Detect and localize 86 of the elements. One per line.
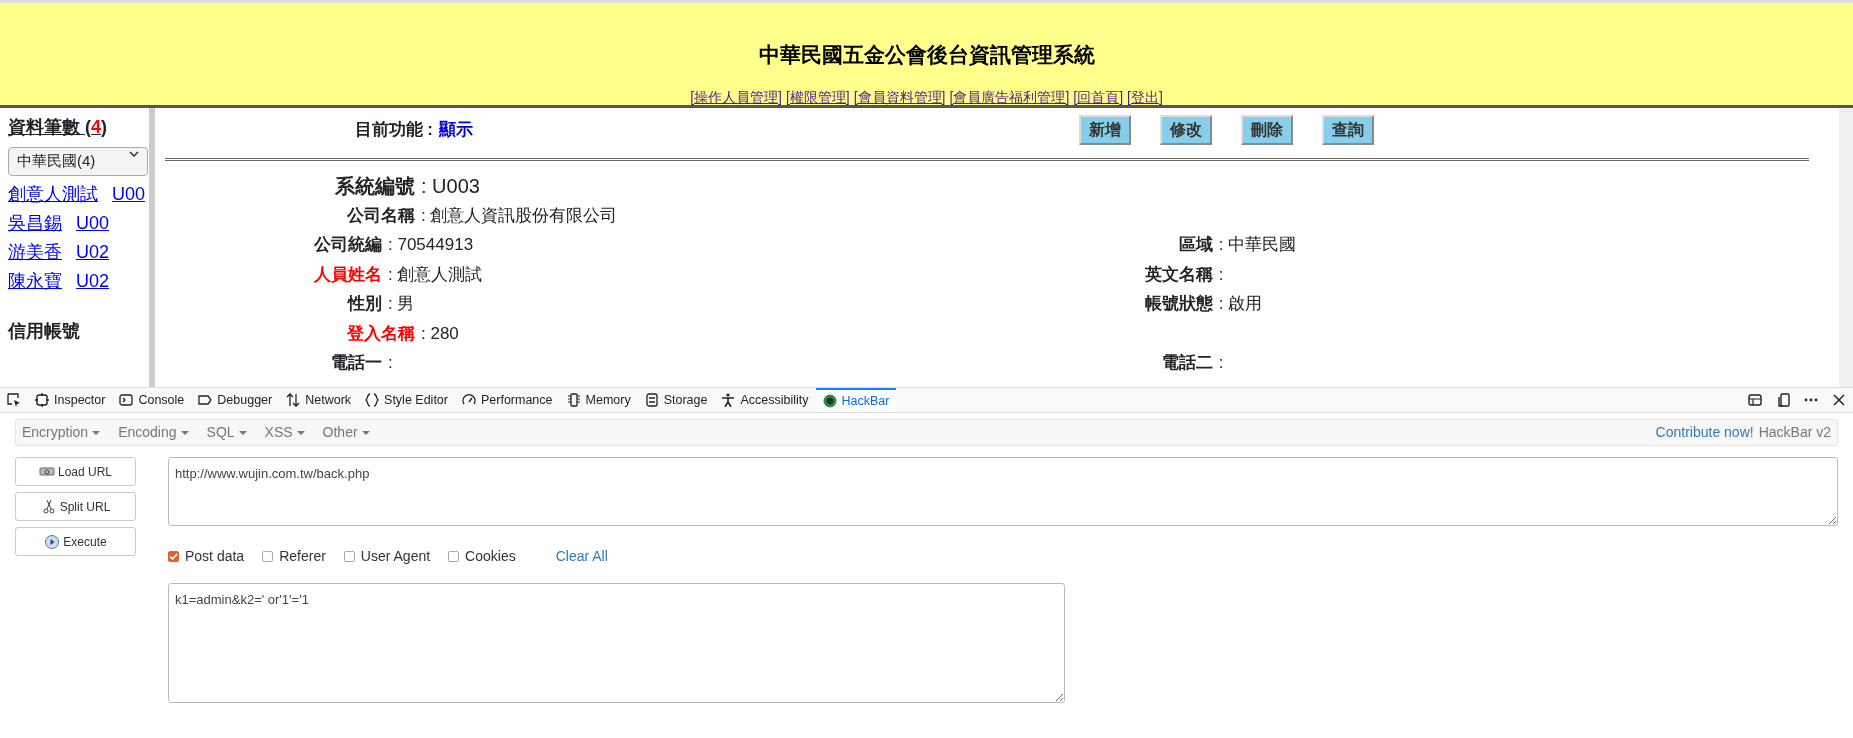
- clear-all-link[interactable]: Clear All: [555, 545, 608, 567]
- nav-link-item[interactable]: [會員廣告福利管理]: [949, 89, 1070, 105]
- storage-icon: [644, 393, 659, 407]
- field-value: : 中華民國: [1218, 234, 1298, 256]
- field-label: 性別: [346, 293, 382, 315]
- field-label: 登入名稱: [346, 322, 415, 345]
- person-code-link[interactable]: U00: [112, 179, 146, 209]
- option-checkbox[interactable]: Referer: [262, 545, 326, 567]
- post-data-field[interactable]: k1=admin&k2=' or'1'='1: [168, 582, 1065, 703]
- person-code-link[interactable]: U00: [76, 208, 110, 238]
- devtools-tab[interactable]: Storage: [637, 388, 715, 412]
- action-button[interactable]: 新增: [1079, 115, 1131, 145]
- person-name-link[interactable]: 陳永寶: [8, 266, 62, 296]
- field-value: :: [388, 352, 394, 374]
- field-label: 電話一: [330, 352, 382, 374]
- devtools-tab[interactable]: HackBar: [815, 388, 897, 412]
- inspector-icon: [35, 393, 49, 407]
- url-field[interactable]: http://www.wujin.com.tw/back.php: [168, 457, 1838, 526]
- person-name-link[interactable]: 游美香: [8, 237, 62, 267]
- contribute-link[interactable]: Contribute now!: [1655, 422, 1754, 443]
- field-label: 人員姓名: [313, 263, 382, 286]
- field-label: 帳號狀態: [1143, 293, 1213, 315]
- braces-icon: [365, 393, 380, 407]
- play-icon: [44, 533, 61, 550]
- field-label: 公司統編: [313, 234, 382, 256]
- hackbar-button[interactable]: Split URL: [15, 492, 136, 521]
- debugger-icon: [198, 393, 213, 407]
- scissors-icon: [40, 498, 57, 515]
- memory-chip-icon: [566, 393, 581, 407]
- current-function-label: 目前功能 :: [353, 119, 433, 142]
- section-heading: 信用帳號: [8, 319, 81, 343]
- field-value: : U003: [421, 173, 481, 199]
- site-title: 中華民國五金公會後台資訊管理系統: [758, 41, 1095, 69]
- field-value: : 創意人資訊股份有限公司: [421, 204, 619, 227]
- nav-link-item[interactable]: [權限管理]: [785, 89, 850, 105]
- field-label: 系統編號: [334, 173, 415, 199]
- devtools-tab[interactable]: Inspector: [28, 388, 113, 412]
- option-checkbox[interactable]: User Agent: [343, 545, 431, 567]
- nav-link-item[interactable]: [登出]: [1127, 89, 1163, 105]
- devtools-tab[interactable]: Memory: [559, 388, 638, 412]
- field-value: :: [1218, 263, 1225, 286]
- nav-link-item[interactable]: [會員資料管理]: [853, 89, 946, 105]
- menu-dropdown[interactable]: Encoding: [118, 422, 189, 443]
- field-label: 公司名稱: [346, 204, 415, 227]
- network-icon: [286, 393, 301, 407]
- field-label: 英文名稱: [1143, 263, 1213, 286]
- menu-dropdown[interactable]: XSS: [264, 422, 305, 443]
- option-checkbox[interactable]: Post data: [168, 545, 245, 567]
- devtools-tab[interactable]: Performance: [454, 388, 560, 412]
- menu-dropdown[interactable]: Encryption: [22, 422, 101, 443]
- accessibility-icon: [721, 393, 736, 407]
- version-label: HackBar v2: [1758, 423, 1831, 442]
- console-icon: [119, 393, 134, 407]
- field-value: : 70544913: [388, 234, 475, 256]
- field-value: :: [1218, 352, 1225, 374]
- field-value: : 男: [388, 293, 416, 315]
- field-value: : 280: [421, 322, 460, 345]
- nav-link-item[interactable]: [操作人員管理]: [690, 89, 782, 105]
- action-button[interactable]: 查詢: [1322, 115, 1374, 145]
- current-function-value: 顯示: [439, 119, 474, 142]
- hackbar-button[interactable]: Load URL: [15, 457, 136, 486]
- nav-link-item[interactable]: [回首頁]: [1073, 89, 1124, 105]
- menu-dropdown[interactable]: SQL: [206, 422, 247, 443]
- field-value: : 啟用: [1218, 293, 1264, 315]
- person-name-link[interactable]: 創意人測試: [8, 179, 98, 209]
- action-button[interactable]: 刪除: [1241, 115, 1293, 145]
- region-select[interactable]: 中華民國(4): [8, 147, 148, 176]
- field-label: 電話二: [1160, 352, 1213, 374]
- devtools-tab[interactable]: Debugger: [191, 388, 280, 412]
- menu-dropdown[interactable]: Other: [322, 422, 370, 443]
- person-code-link[interactable]: U02: [76, 237, 110, 267]
- action-button[interactable]: 修改: [1160, 115, 1212, 145]
- hackbar-button[interactable]: Execute: [15, 527, 136, 556]
- option-checkbox[interactable]: Cookies: [448, 545, 516, 567]
- devtools-tab[interactable]: Console: [112, 388, 192, 412]
- field-label: 區域: [1177, 234, 1213, 256]
- chevron-down-icon: [129, 150, 139, 158]
- gauge-icon: [461, 393, 476, 407]
- person-name-link[interactable]: 吳昌錫: [8, 208, 62, 238]
- person-code-link[interactable]: U02: [76, 266, 110, 296]
- devtools-tab[interactable]: Style Editor: [358, 388, 455, 412]
- record-count-heading: 資料筆數 (4): [8, 116, 108, 139]
- devtools-tab[interactable]: Network: [279, 388, 359, 412]
- field-value: : 創意人測試: [388, 263, 484, 286]
- hackbar-icon: [822, 394, 837, 408]
- devtools-tab[interactable]: Accessibility: [714, 388, 816, 412]
